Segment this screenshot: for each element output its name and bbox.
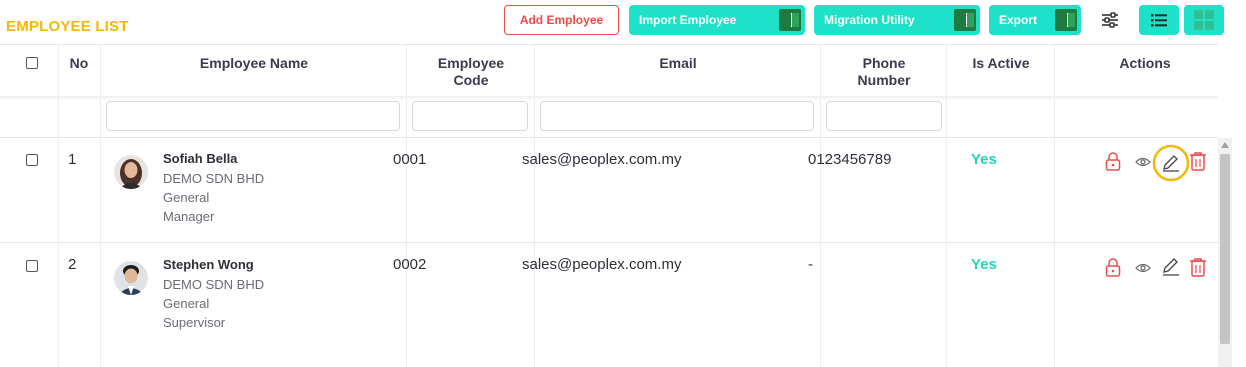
edit-icon[interactable] bbox=[1151, 143, 1191, 183]
column-header-employee-code[interactable]: Employee Code bbox=[410, 55, 532, 89]
trash-icon[interactable] bbox=[1189, 151, 1207, 171]
excel-icon bbox=[779, 9, 801, 31]
migration-utility-button[interactable]: Migration Utility bbox=[814, 5, 980, 35]
eye-icon[interactable] bbox=[1135, 157, 1151, 167]
filter-settings-icon bbox=[1102, 12, 1118, 28]
employee-code-filter-input[interactable] bbox=[412, 101, 528, 131]
migration-utility-label: Migration Utility bbox=[824, 13, 915, 27]
row-number: 2 bbox=[68, 256, 77, 273]
row-checkbox[interactable] bbox=[26, 260, 38, 272]
employee-code: 0001 bbox=[393, 151, 427, 168]
excel-icon bbox=[1055, 9, 1077, 31]
employee-phone: 0123456789 bbox=[808, 151, 892, 168]
employee-code-header-line1: Employee bbox=[437, 55, 505, 71]
avatar bbox=[114, 261, 148, 295]
excel-icon bbox=[954, 9, 976, 31]
import-employee-label: Import Employee bbox=[639, 13, 737, 27]
row-number: 1 bbox=[68, 151, 77, 168]
add-employee-button[interactable]: Add Employee bbox=[504, 5, 619, 35]
import-employee-button[interactable]: Import Employee bbox=[629, 5, 805, 35]
employee-title-line1: General bbox=[163, 296, 210, 311]
column-header-employee-name[interactable]: Employee Name bbox=[104, 55, 404, 72]
avatar bbox=[114, 155, 148, 189]
is-active-status: Yes bbox=[971, 151, 997, 168]
email-filter-input[interactable] bbox=[540, 101, 814, 131]
export-label: Export bbox=[999, 13, 1038, 27]
employee-email: sales@peoplex.com.my bbox=[522, 256, 682, 273]
row-checkbox[interactable] bbox=[26, 154, 38, 166]
employee-title-line1: General bbox=[163, 190, 210, 205]
column-header-no[interactable]: No bbox=[62, 55, 96, 72]
employee-company: DEMO SDN BHD bbox=[163, 277, 265, 292]
page-title: EMPLOYEE LIST bbox=[6, 18, 129, 35]
column-header-actions: Actions bbox=[1119, 55, 1171, 71]
employee-title-line2: Manager bbox=[163, 209, 215, 224]
edit-icon[interactable] bbox=[1162, 258, 1180, 276]
scrollbar-thumb[interactable] bbox=[1220, 154, 1230, 344]
employee-company: DEMO SDN BHD bbox=[163, 171, 265, 186]
list-view-icon bbox=[1151, 14, 1167, 27]
column-settings-button[interactable] bbox=[1090, 5, 1130, 35]
employee-name[interactable]: Sofiah Bella bbox=[163, 151, 237, 166]
scroll-up-arrow-icon[interactable] bbox=[1221, 142, 1229, 148]
employee-name[interactable]: Stephen Wong bbox=[163, 257, 254, 272]
list-view-button[interactable] bbox=[1139, 5, 1179, 35]
trash-icon[interactable] bbox=[1189, 257, 1207, 277]
grid-view-icon bbox=[1194, 10, 1214, 30]
column-header-is-active[interactable]: Is Active bbox=[950, 55, 1052, 72]
eye-icon[interactable] bbox=[1135, 263, 1151, 273]
employee-code-header-line2: Code bbox=[453, 72, 489, 88]
column-header-phone-number[interactable]: Phone Number bbox=[824, 55, 944, 89]
lock-icon[interactable] bbox=[1105, 257, 1121, 277]
employee-title-line2: Supervisor bbox=[163, 315, 226, 330]
is-active-status: Yes bbox=[971, 256, 997, 273]
phone-filter-input[interactable] bbox=[826, 101, 942, 131]
phone-header-line1: Phone bbox=[862, 55, 906, 71]
export-button[interactable]: Export bbox=[989, 5, 1081, 35]
column-header-email[interactable]: Email bbox=[538, 55, 818, 72]
employee-code: 0002 bbox=[393, 256, 427, 273]
lock-icon[interactable] bbox=[1105, 151, 1121, 171]
employee-name-filter-input[interactable] bbox=[106, 101, 400, 131]
employee-email: sales@peoplex.com.my bbox=[522, 151, 682, 168]
grid-view-button[interactable] bbox=[1184, 5, 1224, 35]
phone-header-line2: Number bbox=[857, 72, 911, 88]
select-all-checkbox[interactable] bbox=[26, 57, 38, 69]
employee-phone: - bbox=[808, 256, 813, 273]
